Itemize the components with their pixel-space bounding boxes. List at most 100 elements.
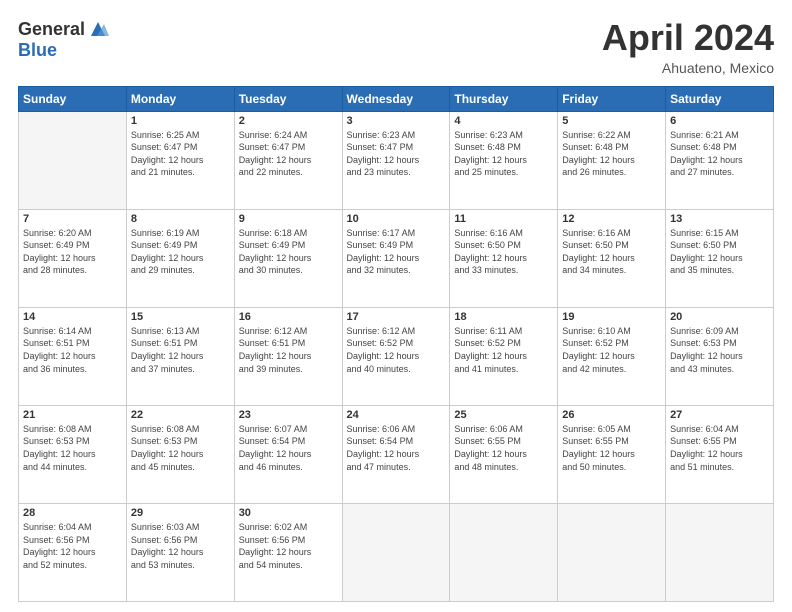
day-info: Sunrise: 6:22 AM Sunset: 6:48 PM Dayligh… xyxy=(562,129,661,179)
calendar-cell: 27 Sunrise: 6:04 AM Sunset: 6:55 PM Dayli… xyxy=(666,405,774,503)
calendar-cell: 15 Sunrise: 6:13 AM Sunset: 6:51 PM Dayli… xyxy=(126,307,234,405)
day-number: 14 xyxy=(23,311,122,323)
header-cell-sunday: Sunday xyxy=(19,86,127,111)
calendar-cell: 29 Sunrise: 6:03 AM Sunset: 6:56 PM Dayli… xyxy=(126,503,234,601)
calendar-cell: 4Sunrise: 6:23 AM Sunset: 6:48 PM Daylig… xyxy=(450,111,558,209)
day-number: 12 xyxy=(562,213,661,225)
calendar-cell: 30Sunrise: 6:02 AM Sunset: 6:56 PM Dayli… xyxy=(234,503,342,601)
day-info: Sunrise: 6:09 AM Sunset: 6:53 PM Dayligh… xyxy=(670,325,769,375)
calendar-cell: 18Sunrise: 6:11 AM Sunset: 6:52 PM Dayli… xyxy=(450,307,558,405)
day-info: Sunrise: 6:19 AM Sunset: 6:49 PM Dayligh… xyxy=(131,227,230,277)
calendar-week-row: 21 Sunrise: 6:08 AM Sunset: 6:53 PM Dayli… xyxy=(19,405,774,503)
day-number: 24 xyxy=(347,409,446,421)
logo-icon xyxy=(87,18,109,40)
calendar-header-row: SundayMondayTuesdayWednesdayThursdayFrid… xyxy=(19,86,774,111)
day-number: 10 xyxy=(347,213,446,225)
day-info: Sunrise: 6:13 AM Sunset: 6:51 PM Dayligh… xyxy=(131,325,230,375)
calendar-cell xyxy=(558,503,666,601)
calendar-cell: 20 Sunrise: 6:09 AM Sunset: 6:53 PM Dayli… xyxy=(666,307,774,405)
calendar-cell: 14Sunrise: 6:14 AM Sunset: 6:51 PM Dayli… xyxy=(19,307,127,405)
location-title: Ahuateno, Mexico xyxy=(602,60,774,76)
calendar-cell: 6 Sunrise: 6:21 AM Sunset: 6:48 PM Daylig… xyxy=(666,111,774,209)
calendar-cell: 1Sunrise: 6:25 AM Sunset: 6:47 PM Daylig… xyxy=(126,111,234,209)
day-info: Sunrise: 6:21 AM Sunset: 6:48 PM Dayligh… xyxy=(670,129,769,179)
day-info: Sunrise: 6:11 AM Sunset: 6:52 PM Dayligh… xyxy=(454,325,553,375)
header-cell-saturday: Saturday xyxy=(666,86,774,111)
calendar-cell: 5Sunrise: 6:22 AM Sunset: 6:48 PM Daylig… xyxy=(558,111,666,209)
day-number: 16 xyxy=(239,311,338,323)
header-cell-monday: Monday xyxy=(126,86,234,111)
day-info: Sunrise: 6:03 AM Sunset: 6:56 PM Dayligh… xyxy=(131,521,230,571)
day-number: 19 xyxy=(562,311,661,323)
calendar-cell: 3 Sunrise: 6:23 AM Sunset: 6:47 PM Daylig… xyxy=(342,111,450,209)
day-number: 6 xyxy=(670,115,769,127)
day-info: Sunrise: 6:04 AM Sunset: 6:55 PM Dayligh… xyxy=(670,423,769,473)
day-info: Sunrise: 6:08 AM Sunset: 6:53 PM Dayligh… xyxy=(131,423,230,473)
day-info: Sunrise: 6:06 AM Sunset: 6:54 PM Dayligh… xyxy=(347,423,446,473)
calendar-week-row: 1Sunrise: 6:25 AM Sunset: 6:47 PM Daylig… xyxy=(19,111,774,209)
calendar-cell: 26Sunrise: 6:05 AM Sunset: 6:55 PM Dayli… xyxy=(558,405,666,503)
logo: General Blue xyxy=(18,18,109,61)
day-number: 30 xyxy=(239,507,338,519)
day-info: Sunrise: 6:06 AM Sunset: 6:55 PM Dayligh… xyxy=(454,423,553,473)
calendar-week-row: 14Sunrise: 6:14 AM Sunset: 6:51 PM Dayli… xyxy=(19,307,774,405)
day-info: Sunrise: 6:07 AM Sunset: 6:54 PM Dayligh… xyxy=(239,423,338,473)
calendar-cell: 28 Sunrise: 6:04 AM Sunset: 6:56 PM Dayli… xyxy=(19,503,127,601)
calendar-cell: 25Sunrise: 6:06 AM Sunset: 6:55 PM Dayli… xyxy=(450,405,558,503)
calendar-cell: 7 Sunrise: 6:20 AM Sunset: 6:49 PM Daylig… xyxy=(19,209,127,307)
calendar-cell xyxy=(342,503,450,601)
day-info: Sunrise: 6:18 AM Sunset: 6:49 PM Dayligh… xyxy=(239,227,338,277)
calendar-cell: 16 Sunrise: 6:12 AM Sunset: 6:51 PM Dayli… xyxy=(234,307,342,405)
day-info: Sunrise: 6:20 AM Sunset: 6:49 PM Dayligh… xyxy=(23,227,122,277)
calendar-cell: 2 Sunrise: 6:24 AM Sunset: 6:47 PM Daylig… xyxy=(234,111,342,209)
day-number: 13 xyxy=(670,213,769,225)
calendar-cell: 24 Sunrise: 6:06 AM Sunset: 6:54 PM Dayli… xyxy=(342,405,450,503)
calendar-cell: 12 Sunrise: 6:16 AM Sunset: 6:50 PM Dayli… xyxy=(558,209,666,307)
day-number: 29 xyxy=(131,507,230,519)
day-number: 7 xyxy=(23,213,122,225)
calendar-cell: 19 Sunrise: 6:10 AM Sunset: 6:52 PM Dayli… xyxy=(558,307,666,405)
calendar-cell: 22Sunrise: 6:08 AM Sunset: 6:53 PM Dayli… xyxy=(126,405,234,503)
day-number: 17 xyxy=(347,311,446,323)
day-number: 28 xyxy=(23,507,122,519)
calendar-cell: 11 Sunrise: 6:16 AM Sunset: 6:50 PM Dayli… xyxy=(450,209,558,307)
day-info: Sunrise: 6:12 AM Sunset: 6:51 PM Dayligh… xyxy=(239,325,338,375)
day-number: 2 xyxy=(239,115,338,127)
day-info: Sunrise: 6:15 AM Sunset: 6:50 PM Dayligh… xyxy=(670,227,769,277)
header-cell-tuesday: Tuesday xyxy=(234,86,342,111)
page: General Blue April 2024 Ahuateno, Mexico… xyxy=(0,0,792,612)
day-number: 27 xyxy=(670,409,769,421)
day-number: 1 xyxy=(131,115,230,127)
day-number: 15 xyxy=(131,311,230,323)
day-info: Sunrise: 6:17 AM Sunset: 6:49 PM Dayligh… xyxy=(347,227,446,277)
month-title: April 2024 xyxy=(602,18,774,58)
day-number: 21 xyxy=(23,409,122,421)
header: General Blue April 2024 Ahuateno, Mexico xyxy=(18,18,774,76)
day-info: Sunrise: 6:16 AM Sunset: 6:50 PM Dayligh… xyxy=(562,227,661,277)
calendar-cell: 9 Sunrise: 6:18 AM Sunset: 6:49 PM Daylig… xyxy=(234,209,342,307)
calendar-cell: 21 Sunrise: 6:08 AM Sunset: 6:53 PM Dayli… xyxy=(19,405,127,503)
day-info: Sunrise: 6:16 AM Sunset: 6:50 PM Dayligh… xyxy=(454,227,553,277)
day-number: 11 xyxy=(454,213,553,225)
day-info: Sunrise: 6:04 AM Sunset: 6:56 PM Dayligh… xyxy=(23,521,122,571)
day-number: 3 xyxy=(347,115,446,127)
day-info: Sunrise: 6:08 AM Sunset: 6:53 PM Dayligh… xyxy=(23,423,122,473)
day-info: Sunrise: 6:12 AM Sunset: 6:52 PM Dayligh… xyxy=(347,325,446,375)
calendar-cell: 23 Sunrise: 6:07 AM Sunset: 6:54 PM Dayli… xyxy=(234,405,342,503)
logo-general-text: General xyxy=(18,19,85,40)
day-info: Sunrise: 6:10 AM Sunset: 6:52 PM Dayligh… xyxy=(562,325,661,375)
calendar-week-row: 7 Sunrise: 6:20 AM Sunset: 6:49 PM Daylig… xyxy=(19,209,774,307)
day-info: Sunrise: 6:24 AM Sunset: 6:47 PM Dayligh… xyxy=(239,129,338,179)
calendar-week-row: 28 Sunrise: 6:04 AM Sunset: 6:56 PM Dayli… xyxy=(19,503,774,601)
calendar-cell: 10 Sunrise: 6:17 AM Sunset: 6:49 PM Dayli… xyxy=(342,209,450,307)
day-number: 20 xyxy=(670,311,769,323)
header-cell-wednesday: Wednesday xyxy=(342,86,450,111)
day-info: Sunrise: 6:23 AM Sunset: 6:47 PM Dayligh… xyxy=(347,129,446,179)
day-number: 4 xyxy=(454,115,553,127)
logo-blue-text: Blue xyxy=(18,40,57,61)
day-number: 23 xyxy=(239,409,338,421)
calendar-cell xyxy=(19,111,127,209)
calendar-cell: 8Sunrise: 6:19 AM Sunset: 6:49 PM Daylig… xyxy=(126,209,234,307)
day-number: 9 xyxy=(239,213,338,225)
title-block: April 2024 Ahuateno, Mexico xyxy=(602,18,774,76)
